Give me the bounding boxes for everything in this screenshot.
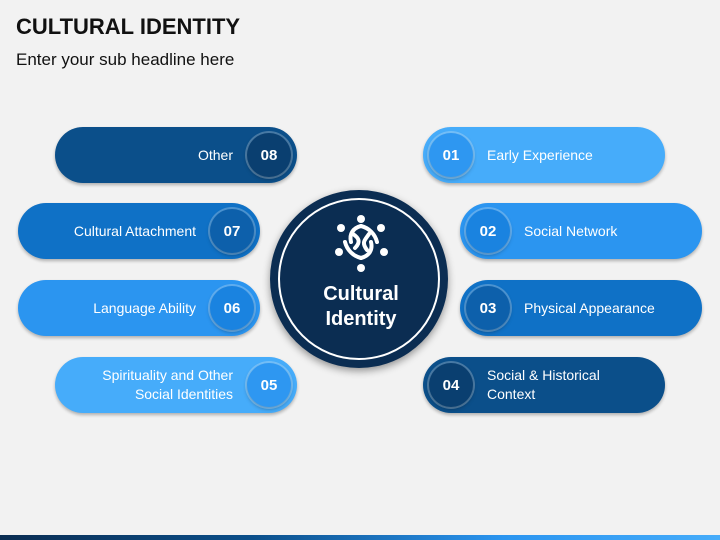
- item-number-badge: 08: [247, 133, 291, 177]
- item-number-badge: 06: [210, 286, 254, 330]
- item-06: Language Ability 06: [18, 280, 260, 336]
- item-03: 03 Physical Appearance: [460, 280, 702, 336]
- item-08: Other 08: [55, 127, 297, 183]
- item-label: Physical Appearance: [524, 299, 655, 316]
- item-label: Language Ability: [93, 299, 196, 316]
- item-label: Cultural Attachment: [73, 222, 196, 239]
- item-label: Other: [197, 146, 233, 163]
- item-number-badge: 03: [466, 286, 510, 330]
- item-number-badge: 02: [466, 209, 510, 253]
- item-label: Social & Historical Context: [487, 367, 600, 402]
- item-number-badge: 05: [247, 363, 291, 407]
- page-subtitle: Enter your sub headline here: [16, 50, 235, 69]
- item-number-badge: 04: [429, 363, 473, 407]
- item-07: Cultural Attachment 07: [18, 203, 260, 259]
- hub-circle: Cultural Identity: [270, 190, 448, 368]
- people-circle-icon: [335, 215, 388, 272]
- item-label: Social Network: [524, 222, 618, 239]
- item-04: 04 Social & Historical Context: [423, 357, 665, 413]
- page-title: CULTURAL IDENTITY: [16, 14, 241, 39]
- item-01: 01 Early Experience: [423, 127, 665, 183]
- item-05: Spirituality and Other Social Identities…: [55, 357, 297, 413]
- item-number-badge: 07: [210, 209, 254, 253]
- item-02: 02 Social Network: [460, 203, 702, 259]
- bottom-accent-bar: [0, 535, 720, 540]
- hub-label: Cultural Identity: [323, 283, 399, 330]
- item-label: Early Experience: [487, 146, 593, 163]
- item-number-badge: 01: [429, 133, 473, 177]
- item-label: Spirituality and Other Social Identities: [102, 367, 233, 402]
- hub-inner-ring: Cultural Identity: [278, 198, 440, 360]
